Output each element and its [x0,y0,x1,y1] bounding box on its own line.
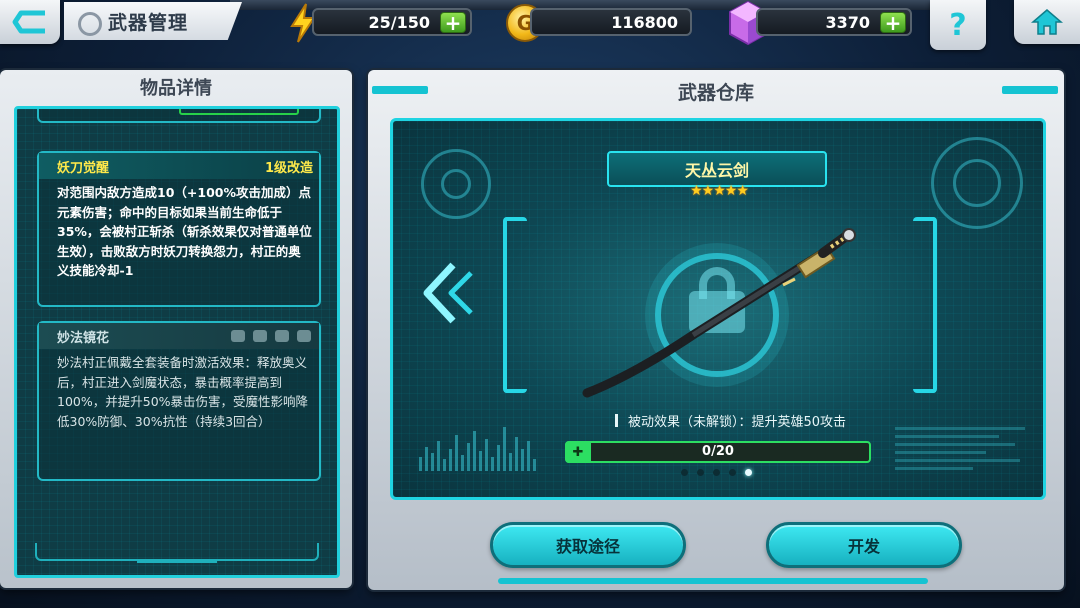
previous-card-edge [37,109,321,123]
display-bracket-right [913,217,937,393]
display-bracket-left [503,217,527,393]
gem-counter: 3370 + [756,8,912,36]
home-icon [1030,9,1064,35]
helmet-icon [231,330,245,342]
equalizer-decoration [419,421,536,471]
skill-name: 妙法镜花 [57,330,110,346]
item-details-panel: 物品详情 妖刀觉醒 1级改造 对范围内敌方造成10（+100%攻击加成）点元素伤… [0,70,352,588]
skill-title-bar: 妙法镜花 [39,323,319,349]
skill-card-miaofa: 妙法镜花 妙法村正佩戴全套装备时激活效果：释放奥义后，村正进入剑魔状态，暴击概率… [37,321,321,481]
page-indicator [681,469,752,476]
weapon-name: 天丛云剑 [607,151,827,187]
page-dot[interactable] [745,469,752,476]
weapon-star-rating: ★★★★★ [690,183,749,199]
add-energy-button[interactable]: + [440,12,466,33]
hud-circle-left-inner [441,169,471,199]
page-dot[interactable] [697,469,704,476]
weapon-storage-title: 武器仓库 [677,82,754,104]
panel-bottom-accent [498,578,928,584]
help-button[interactable]: ? [930,0,986,50]
back-button[interactable] [0,0,60,44]
home-button[interactable] [1014,0,1080,44]
page-dot[interactable] [713,469,720,476]
previous-weapon-arrow-icon[interactable] [421,261,481,325]
acquire-source-button[interactable]: 获取途径 [490,522,686,568]
develop-button[interactable]: 开发 [766,522,962,568]
energy-counter: 25/150 + [312,8,472,36]
hud-circle-right-inner [953,159,1001,207]
skill-level: 1级改造 [264,160,313,176]
item-details-title: 物品详情 [140,78,212,99]
fragment-progress-bar: ✚ 0/20 [565,441,871,463]
top-bar: 武器管理 25/150 + G 116800 3370 + ? [0,0,1080,52]
gem-value: 3370 [825,12,870,32]
weapon-icon [297,330,311,342]
weapon-storage-panel: 武器仓库 天丛云剑 ★★★★★ 被动效果（未解锁）：提升英雄50攻击 ✚ 0/2… [368,70,1064,590]
page-title: 武器管理 [64,2,242,40]
katana-weapon-image [582,228,856,398]
progress-label: 0/20 [702,444,734,459]
skill-name: 妖刀觉醒 [57,160,110,176]
data-lines-decoration [895,427,1025,475]
skill-title-bar: 妖刀觉醒 1级改造 [39,153,319,179]
skill-description: 妙法村正佩戴全套装备时激活效果：释放奥义后，村正进入剑魔状态，暴击概率提高到10… [57,355,309,429]
accessory-icon [275,330,289,342]
page-dot[interactable] [729,469,736,476]
page-dot[interactable] [681,469,688,476]
weapon-display: 天丛云剑 ★★★★★ 被动效果（未解锁）：提升英雄50攻击 ✚ 0/20 [390,118,1046,500]
equipment-set-icons [231,330,311,342]
gold-value: 116800 [611,12,678,32]
gold-counter: 116800 [530,8,692,36]
screen-frame-decoration [35,543,319,563]
card-tag [179,109,299,115]
skill-description: 对范围内敌方造成10（+100%攻击加成）点元素伤害；命中的目标如果当前生命低于… [57,185,312,278]
armor-icon [253,330,267,342]
help-icon: ? [949,7,967,43]
energy-value: 25/150 [368,12,430,32]
skill-card-yaodao: 妖刀觉醒 1级改造 对范围内敌方造成10（+100%攻击加成）点元素伤害；命中的… [37,151,321,307]
passive-effect-text: 被动效果（未解锁）：提升英雄50攻击 [615,411,915,430]
item-details-screen[interactable]: 妖刀觉醒 1级改造 对范围内敌方造成10（+100%攻击加成）点元素伤害；命中的… [14,106,340,578]
add-gems-button[interactable]: + [880,12,906,33]
back-arrow-icon [12,10,45,34]
